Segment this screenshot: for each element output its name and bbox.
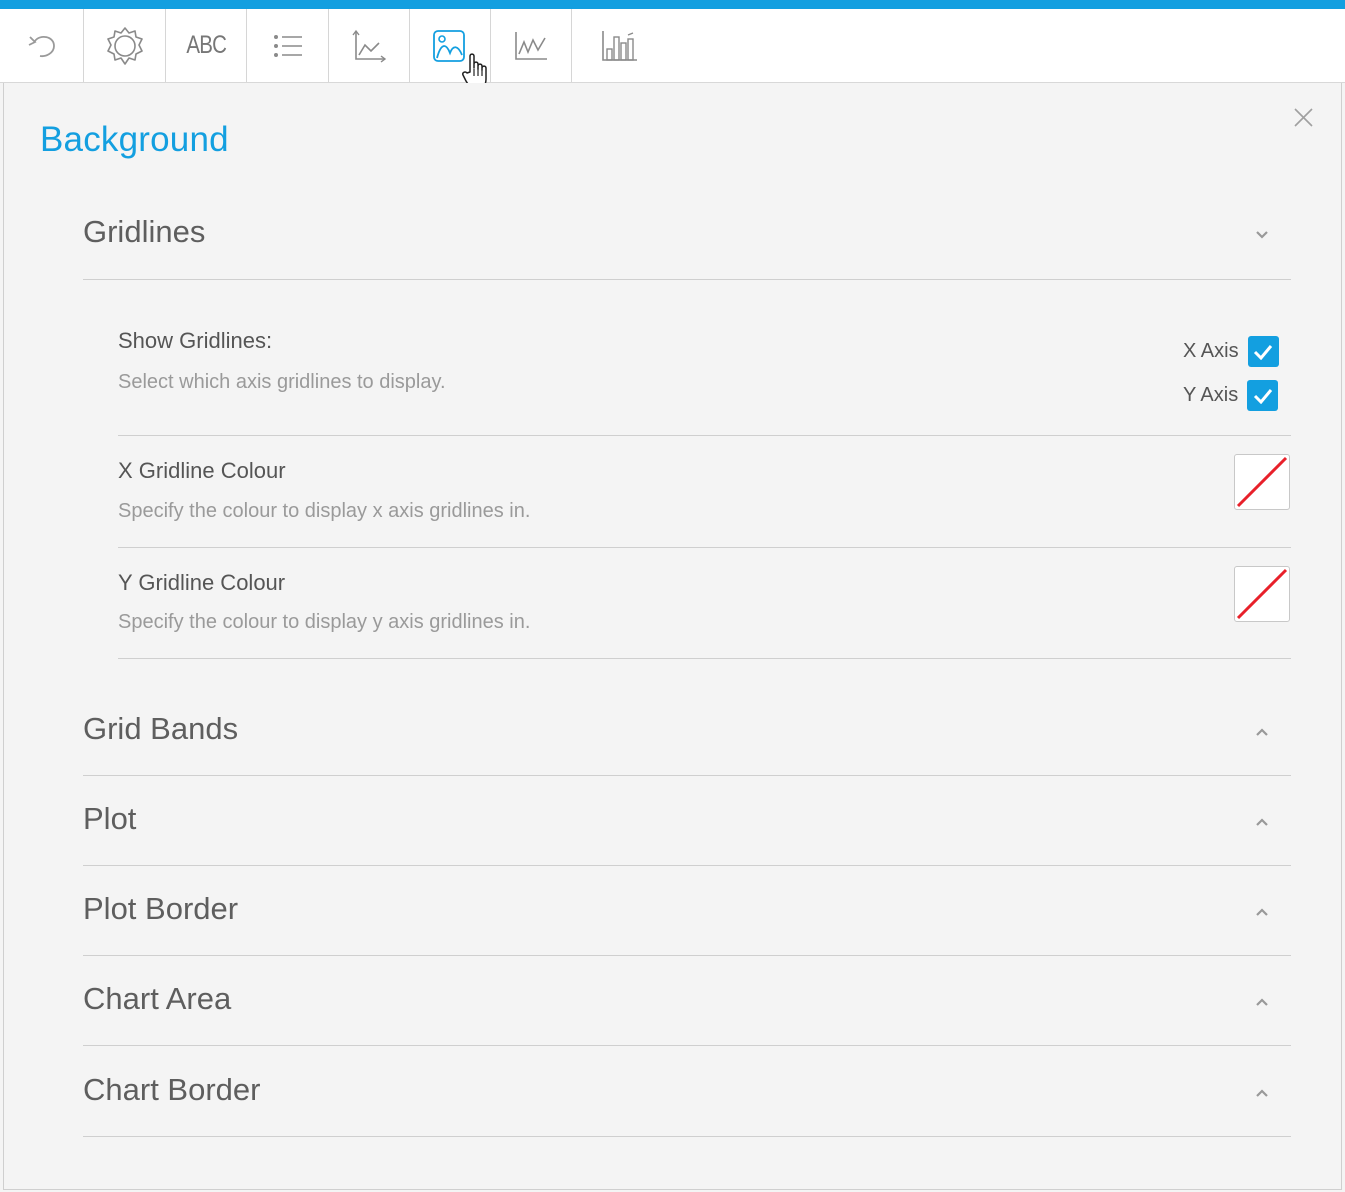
undo-button[interactable] (3, 9, 84, 82)
x-axis-checkbox[interactable] (1247, 336, 1279, 367)
bar-chart-button[interactable] (572, 9, 668, 82)
section-title: Gridlines (83, 214, 206, 249)
section-plot-border[interactable]: Plot Border (83, 866, 1291, 956)
axis-icon (351, 29, 387, 63)
bar-chart-icon (601, 29, 639, 63)
section-chart-area[interactable]: Chart Area (83, 956, 1291, 1046)
series-button[interactable] (491, 9, 572, 82)
setting-description: Specify the colour to display y axis gri… (118, 611, 531, 633)
y-axis-checkbox[interactable] (1247, 380, 1279, 411)
close-icon[interactable] (1293, 107, 1314, 133)
chevron-up-icon[interactable] (1255, 814, 1269, 832)
undo-icon (26, 31, 60, 61)
setting-show-gridlines: Show Gridlines: Select which axis gridli… (118, 310, 1291, 436)
section-title: Grid Bands (83, 711, 239, 746)
x-axis-label: X Axis (1183, 340, 1239, 362)
section-title: Plot (83, 801, 137, 836)
setting-label: Y Gridline Colour (118, 570, 286, 595)
toolbar: ABC (0, 9, 1345, 90)
gear-icon (104, 25, 146, 67)
section-title: Chart Border (83, 1072, 261, 1107)
y-axis-label: Y Axis (1183, 384, 1239, 406)
line-chart-icon (513, 30, 549, 62)
section-plot[interactable]: Plot (83, 776, 1291, 866)
section-title: Chart Area (83, 981, 232, 1016)
axes-button[interactable] (329, 9, 410, 82)
text-button[interactable]: ABC (166, 9, 247, 82)
chevron-down-icon[interactable] (1255, 227, 1269, 245)
chevron-up-icon[interactable] (1255, 724, 1269, 742)
setting-x-gridline-colour: X Gridline Colour Specify the colour to … (118, 436, 1291, 548)
chevron-up-icon[interactable] (1255, 994, 1269, 1012)
setting-label: X Gridline Colour (118, 458, 286, 483)
setting-description: Select which axis gridlines to display. (118, 371, 446, 393)
chevron-up-icon[interactable] (1255, 904, 1269, 922)
x-gridline-colour-swatch[interactable] (1234, 454, 1290, 510)
legend-button[interactable] (247, 9, 329, 82)
section-chart-border[interactable]: Chart Border (83, 1047, 1291, 1137)
y-axis-option: Y Axis (1183, 380, 1279, 411)
abc-icon: ABC (186, 31, 227, 59)
setting-label: Show Gridlines: (118, 328, 273, 353)
setting-y-gridline-colour: Y Gridline Colour Specify the colour to … (118, 548, 1291, 659)
list-icon (272, 33, 304, 59)
section-grid-bands[interactable]: Grid Bands (83, 686, 1291, 776)
setting-description: Specify the colour to display x axis gri… (118, 500, 531, 522)
top-accent-bar (0, 0, 1345, 9)
chevron-up-icon[interactable] (1255, 1085, 1269, 1103)
y-gridline-colour-swatch[interactable] (1234, 566, 1290, 622)
section-title: Plot Border (83, 891, 239, 926)
settings-button[interactable] (84, 9, 166, 82)
panel-title: Background (40, 120, 229, 159)
section-gridlines[interactable]: Gridlines (83, 190, 1291, 280)
x-axis-option: X Axis (1183, 336, 1279, 367)
